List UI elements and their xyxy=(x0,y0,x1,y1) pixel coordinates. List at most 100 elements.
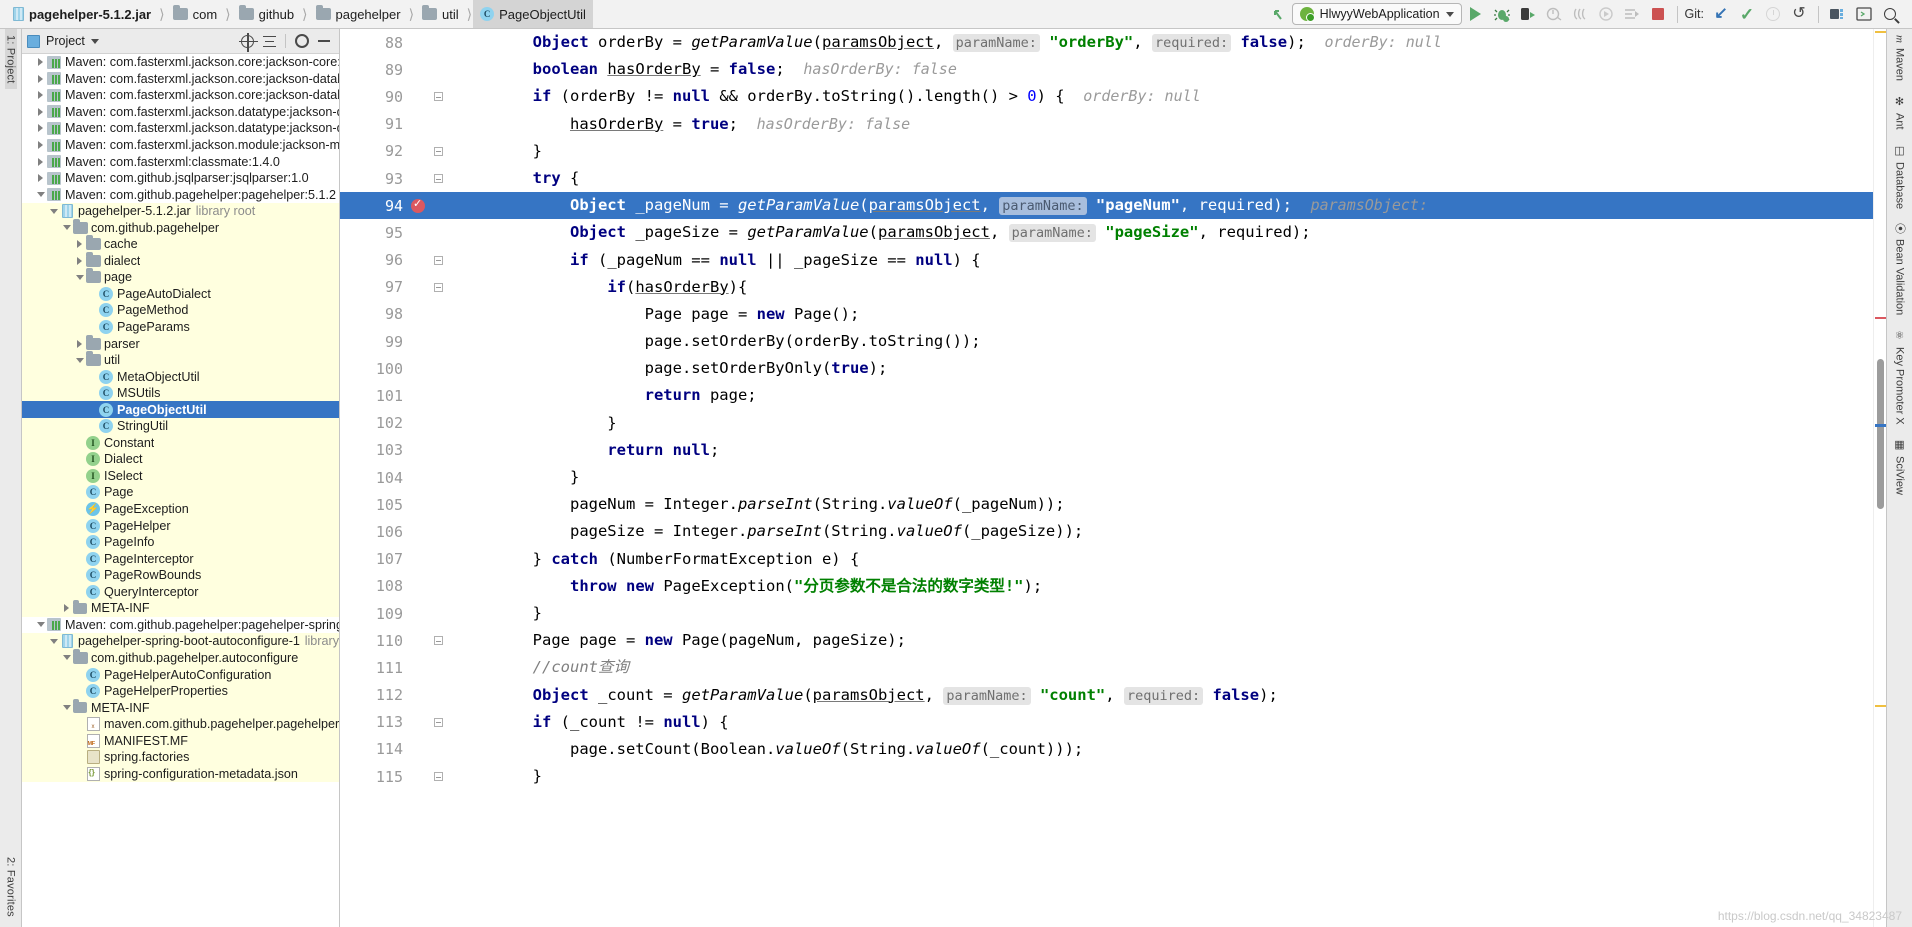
update-project-icon[interactable]: ↙ xyxy=(1709,3,1733,25)
sidebar-item-sciview[interactable]: ▦ SciView xyxy=(1893,438,1906,495)
tree-node-spring-configuration-metadata-json[interactable]: spring-configuration-metadata.json xyxy=(22,765,339,783)
gutter-line-95[interactable]: 95 xyxy=(340,219,448,246)
fold-toggle-icon[interactable] xyxy=(433,255,443,265)
search-everywhere-icon[interactable] xyxy=(1878,3,1902,25)
tree-node-page[interactable]: C Page xyxy=(22,484,339,501)
gutter-line-108[interactable]: 108 xyxy=(340,573,448,600)
editor-code-area[interactable]: Object orderBy = getParamValue(paramsObj… xyxy=(448,29,1873,927)
tree-node-maven-com-github-pagehelper-pagehelper-spring-boot-a[interactable]: Maven: com.github.pagehelper:pagehelper-… xyxy=(22,617,339,634)
sidebar-item-favorites[interactable]: 2: Favorites xyxy=(5,851,17,923)
gutter-line-92[interactable]: 92 xyxy=(340,138,448,165)
breadcrumb-item-github[interactable]: github xyxy=(232,0,301,28)
chevron-down-icon[interactable] xyxy=(74,274,85,280)
warning-marker[interactable] xyxy=(1875,31,1886,33)
fold-area[interactable] xyxy=(428,636,448,646)
sidebar-item-ant[interactable]: ✻ Ant xyxy=(1893,95,1906,130)
tree-node-pageobjectutil[interactable]: C PageObjectUtil xyxy=(22,401,339,419)
chevron-right-icon[interactable] xyxy=(35,124,46,133)
code-line-101[interactable]: return page; xyxy=(448,382,1873,409)
code-line-109[interactable]: } xyxy=(448,600,1873,627)
tree-node-meta-inf[interactable]: META-INF xyxy=(22,599,339,617)
code-line-114[interactable]: page.setCount(Boolean.valueOf(String.val… xyxy=(448,736,1873,763)
tree-node-pagehelper-5-1-2-jar[interactable]: pagehelper-5.1.2.jar library root xyxy=(22,202,339,220)
sidebar-item-key-promoter[interactable]: ⚛ Key Promoter X xyxy=(1893,329,1906,425)
fold-toggle-icon[interactable] xyxy=(433,717,443,727)
sidebar-item-database[interactable]: ◫ Database xyxy=(1893,144,1906,209)
chevron-right-icon[interactable] xyxy=(35,174,46,183)
hide-panel-icon[interactable] xyxy=(316,34,331,49)
fold-area[interactable] xyxy=(428,92,448,102)
attach-process-icon[interactable] xyxy=(1568,3,1592,25)
gutter-line-105[interactable]: 105 xyxy=(340,491,448,518)
tree-node-stringutil[interactable]: C StringUtil xyxy=(22,418,339,435)
chevron-right-icon[interactable] xyxy=(35,58,46,67)
chevron-right-icon[interactable] xyxy=(61,604,72,613)
breakpoint-icon[interactable] xyxy=(411,197,425,213)
tree-node-pagerowbounds[interactable]: C PageRowBounds xyxy=(22,566,339,584)
code-line-105[interactable]: pageNum = Integer.parseInt(String.valueO… xyxy=(448,491,1873,518)
error-marker[interactable] xyxy=(1875,317,1886,319)
code-line-100[interactable]: page.setOrderByOnly(true); xyxy=(448,355,1873,382)
stop-button[interactable] xyxy=(1646,3,1670,25)
rollback-icon[interactable]: ↺ xyxy=(1787,3,1811,25)
breadcrumb-item-jar[interactable]: pagehelper-5.1.2.jar xyxy=(6,0,158,28)
tree-node-pageexception[interactable]: ⚡ PageException xyxy=(22,500,339,518)
fold-toggle-icon[interactable] xyxy=(433,174,443,184)
warning-marker[interactable] xyxy=(1875,705,1886,707)
step-over-icon[interactable] xyxy=(1620,3,1644,25)
code-line-88[interactable]: Object orderBy = getParamValue(paramsObj… xyxy=(448,29,1873,56)
gutter-line-113[interactable]: 113 xyxy=(340,709,448,736)
tree-node-com-github-pagehelper[interactable]: com.github.pagehelper xyxy=(22,218,339,237)
code-line-95[interactable]: Object _pageSize = getParamValue(paramsO… xyxy=(448,219,1873,246)
gutter-line-93[interactable]: 93 xyxy=(340,165,448,192)
fold-area[interactable] xyxy=(428,146,448,156)
tree-node-iselect[interactable]: I ISelect xyxy=(22,467,339,485)
chevron-down-icon[interactable] xyxy=(90,38,99,44)
code-line-93[interactable]: try { xyxy=(448,165,1873,192)
code-line-97[interactable]: if(hasOrderBy){ xyxy=(448,274,1873,301)
back-arrow-icon[interactable] xyxy=(1266,3,1290,25)
code-line-103[interactable]: return null; xyxy=(448,437,1873,464)
chevron-down-icon[interactable] xyxy=(61,705,72,711)
chevron-right-icon[interactable] xyxy=(74,240,85,249)
tree-node-parser[interactable]: parser xyxy=(22,334,339,352)
tree-node-cache[interactable]: cache xyxy=(22,235,339,253)
chevron-right-icon[interactable] xyxy=(35,107,46,116)
gutter-line-111[interactable]: 111 xyxy=(340,654,448,681)
tree-node-pageparams[interactable]: C PageParams xyxy=(22,318,339,336)
terminal-icon[interactable] xyxy=(1852,3,1876,25)
code-line-115[interactable]: } xyxy=(448,763,1873,790)
gutter-line-89[interactable]: 89 xyxy=(340,56,448,83)
tree-node-page[interactable]: page xyxy=(22,268,339,286)
gutter-line-98[interactable]: 98 xyxy=(340,301,448,328)
fold-area[interactable] xyxy=(428,772,448,782)
sidebar-item-maven[interactable]: m Maven xyxy=(1894,35,1906,81)
code-line-104[interactable]: } xyxy=(448,464,1873,491)
tree-node-meta-inf[interactable]: META-INF xyxy=(22,699,339,716)
fold-toggle-icon[interactable] xyxy=(433,636,443,646)
tree-node-maven-com-github-pagehelper-pagehelper-5-1-2[interactable]: Maven: com.github.pagehelper:pagehelper:… xyxy=(22,186,339,203)
code-line-92[interactable]: } xyxy=(448,138,1873,165)
fold-area[interactable] xyxy=(428,282,448,292)
chevron-down-icon[interactable] xyxy=(35,622,46,628)
code-line-111[interactable]: //count查询 xyxy=(448,654,1873,681)
tree-node-maven-com-fasterxml-jackson-datatype-jackson-datatype[interactable]: Maven: com.fasterxml.jackson.datatype:ja… xyxy=(22,104,339,121)
breadcrumb-item-com[interactable]: com xyxy=(166,0,225,28)
gutter-line-104[interactable]: 104 xyxy=(340,464,448,491)
fold-area[interactable] xyxy=(428,174,448,184)
collapse-all-icon[interactable] xyxy=(262,34,277,49)
tree-node-com-github-pagehelper-autoconfigure[interactable]: com.github.pagehelper.autoconfigure xyxy=(22,648,339,667)
tree-node-pagemethod[interactable]: C PageMethod xyxy=(22,302,339,319)
tree-node-pageinfo[interactable]: C PageInfo xyxy=(22,533,339,551)
gutter-line-112[interactable]: 112 xyxy=(340,682,448,709)
fold-toggle-icon[interactable] xyxy=(433,92,443,102)
tree-node-pagehelperproperties[interactable]: C PageHelperProperties xyxy=(22,682,339,700)
tree-node-pagehelperautoconfiguration[interactable]: C PageHelperAutoConfiguration xyxy=(22,666,339,683)
chevron-right-icon[interactable] xyxy=(35,74,46,83)
editor-gutter[interactable]: 88 89 90 91 92 93 94 95 96 97 98 99 100 101 102 103 104 1… xyxy=(340,29,448,927)
code-line-112[interactable]: Object _count = getParamValue(paramsObje… xyxy=(448,682,1873,709)
history-icon[interactable] xyxy=(1761,3,1785,25)
project-structure-icon[interactable] xyxy=(1826,3,1850,25)
tree-node-maven-com-fasterxml-jackson-core-jackson-core-2-9-8[interactable]: Maven: com.fasterxml.jackson.core:jackso… xyxy=(22,54,339,71)
tree-node-queryinterceptor[interactable]: C QueryInterceptor xyxy=(22,583,339,601)
